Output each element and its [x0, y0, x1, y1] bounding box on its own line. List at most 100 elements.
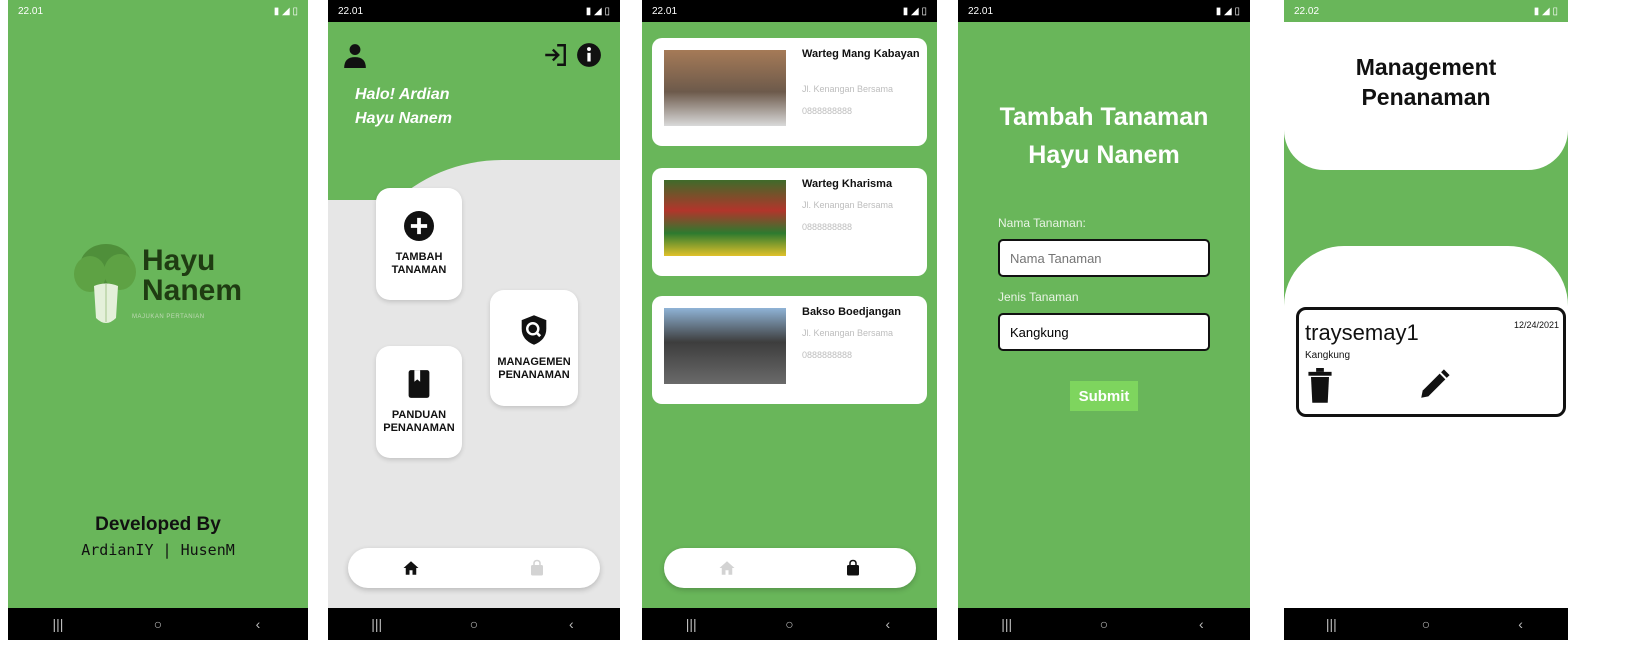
warung-name: Warteg Mang Kabayan — [802, 48, 920, 60]
status-icons: ▮ ◢ ▯ — [902, 5, 927, 17]
status-time: 22.01 — [338, 5, 364, 17]
home-screen: 22.01 ▮ ◢ ▯ Halo! Ardian Hayu Nanem TAMB… — [328, 0, 620, 640]
status-icons: ▮ ◢ ▯ — [1533, 5, 1558, 17]
warung-address: Jl. Kenangan Bersama — [802, 200, 894, 210]
managemen-penanaman-card[interactable]: MANAGEMEN PENANAMAN — [490, 290, 578, 406]
recent-apps-icon[interactable]: ||| — [1311, 616, 1351, 632]
warung-name: Warteg Kharisma — [802, 178, 893, 190]
system-nav-bar: ||| ○ ‹ — [642, 608, 937, 640]
status-time: 22.02 — [1294, 5, 1320, 17]
back-icon[interactable]: ‹ — [868, 616, 908, 632]
page-title: Management Penanaman — [1284, 52, 1568, 112]
status-icons: ▮ ◢ ▯ — [273, 5, 298, 17]
warung-card[interactable]: Warteg Mang Kabayan Jl. Kenangan Bersama… — [652, 38, 927, 146]
status-bar: 22.01 ▮ ◢ ▯ — [958, 0, 1250, 22]
panduan-penanaman-card[interactable]: PANDUAN PENANAMAN — [376, 346, 462, 458]
developer-names: ArdianIY | HusenM — [81, 541, 235, 559]
tambah-tanaman-card[interactable]: TAMBAH TANAMAN — [376, 188, 462, 300]
trash-icon[interactable] — [1307, 368, 1333, 404]
warung-card[interactable]: Bakso Boedjangan Jl. Kenangan Bersama 08… — [652, 296, 927, 404]
page-title: Tambah Tanaman Hayu Nanem — [958, 98, 1250, 174]
recent-apps-icon[interactable]: ||| — [357, 616, 397, 632]
back-icon[interactable]: ‹ — [1181, 616, 1221, 632]
home-circle-icon[interactable]: ○ — [138, 616, 178, 632]
logo-tagline: MAJUKAN PERTANIAN — [132, 314, 205, 320]
pencil-icon[interactable] — [1417, 368, 1451, 402]
panduan-penanaman-label: PANDUAN PENANAMAN — [383, 409, 455, 434]
back-icon[interactable]: ‹ — [551, 616, 591, 632]
home-circle-icon[interactable]: ○ — [1084, 616, 1124, 632]
add-circle-icon — [404, 211, 434, 241]
logo-title: Hayu Nanem — [142, 246, 242, 306]
bottom-nav — [348, 548, 600, 588]
back-icon[interactable]: ‹ — [238, 616, 278, 632]
page-title-line2: Hayu Nanem — [1028, 141, 1180, 169]
app-logo: Hayu Nanem MAJUKAN PERTANIAN — [66, 236, 256, 336]
user-icon[interactable] — [342, 42, 368, 68]
warung-phone: 0888888888 — [802, 106, 853, 116]
page-title-line2: Penanaman — [1361, 84, 1491, 110]
greeting: Halo! Ardian Hayu Nanem — [355, 83, 452, 131]
home-icon[interactable] — [718, 559, 736, 577]
home-icon[interactable] — [402, 559, 420, 577]
shopping-bag-icon[interactable] — [844, 559, 862, 577]
bok-choy-icon — [74, 244, 136, 323]
recent-apps-icon[interactable]: ||| — [38, 616, 78, 632]
shopping-bag-icon[interactable] — [528, 559, 546, 577]
nama-tanaman-input[interactable] — [998, 239, 1210, 277]
warung-photo — [664, 180, 786, 256]
warung-phone: 0888888888 — [802, 222, 853, 232]
plant-management-screen: 22.02 ▮ ◢ ▯ Management Penanaman traysem… — [1284, 0, 1568, 640]
recent-apps-icon[interactable]: ||| — [987, 616, 1027, 632]
shield-search-icon — [521, 315, 547, 345]
add-plant-screen: 22.01 ▮ ◢ ▯ Tambah Tanaman Hayu Nanem Na… — [958, 0, 1250, 640]
warung-photo — [664, 308, 786, 384]
page-title-line1: Tambah Tanaman — [999, 103, 1209, 131]
status-bar: 22.01 ▮ ◢ ▯ — [642, 0, 937, 22]
submit-button[interactable]: Submit — [1070, 381, 1138, 411]
tambah-tanaman-label: TAMBAH TANAMAN — [391, 251, 447, 276]
status-icons: ▮ ◢ ▯ — [585, 5, 610, 17]
greeting-line2: Hayu Nanem — [355, 110, 452, 127]
plant-card[interactable]: traysemay1 Kangkung 12/24/2021 — [1296, 307, 1566, 417]
page-title-line1: Management — [1355, 54, 1497, 80]
plant-date: 12/24/2021 — [1513, 320, 1559, 330]
warung-phone: 0888888888 — [802, 350, 853, 360]
status-time: 22.01 — [18, 5, 44, 17]
home-circle-icon[interactable]: ○ — [454, 616, 494, 632]
developer-title: Developed By — [95, 514, 221, 535]
status-icons: ▮ ◢ ▯ — [1215, 5, 1240, 17]
system-nav-bar: ||| ○ ‹ — [958, 608, 1250, 640]
bottom-nav — [664, 548, 916, 588]
logo-title-line2: Nanem — [142, 274, 243, 307]
logout-icon[interactable] — [542, 42, 568, 68]
home-circle-icon[interactable]: ○ — [1406, 616, 1446, 632]
system-nav-bar: ||| ○ ‹ — [8, 608, 308, 640]
managemen-penanaman-label: MANAGEMEN PENANAMAN — [497, 356, 571, 381]
back-icon[interactable]: ‹ — [1501, 616, 1541, 632]
plant-type: Kangkung — [1305, 350, 1351, 361]
home-circle-icon[interactable]: ○ — [769, 616, 809, 632]
status-bar: 22.01 ▮ ◢ ▯ — [8, 0, 308, 22]
plant-name: traysemay1 — [1305, 320, 1419, 345]
warung-address: Jl. Kenangan Bersama — [802, 84, 894, 94]
info-icon[interactable] — [576, 42, 602, 68]
recent-apps-icon[interactable]: ||| — [671, 616, 711, 632]
status-bar: 22.02 ▮ ◢ ▯ — [1284, 0, 1568, 22]
warung-card[interactable]: Warteg Kharisma Jl. Kenangan Bersama 088… — [652, 168, 927, 276]
logo-title-line1: Hayu — [142, 244, 216, 277]
warung-list-screen: 22.01 ▮ ◢ ▯ Warteg Mang Kabayan Jl. Kena… — [642, 0, 937, 640]
system-nav-bar: ||| ○ ‹ — [328, 608, 620, 640]
warung-photo — [664, 50, 786, 126]
jenis-tanaman-input[interactable]: Kangkung — [998, 313, 1210, 351]
book-icon — [408, 370, 430, 398]
warung-address: Jl. Kenangan Bersama — [802, 328, 894, 338]
system-nav-bar: ||| ○ ‹ — [1284, 608, 1568, 640]
greeting-line1: Halo! Ardian — [355, 86, 450, 103]
jenis-tanaman-label: Jenis Tanaman — [998, 290, 1079, 304]
warung-name: Bakso Boedjangan — [802, 306, 902, 318]
splash-screen: 22.01 ▮ ◢ ▯ Hayu Nanem MAJUKAN PERTANIAN… — [8, 0, 308, 640]
nama-tanaman-label: Nama Tanaman: — [998, 216, 1086, 230]
status-time: 22.01 — [652, 5, 678, 17]
status-time: 22.01 — [968, 5, 994, 17]
